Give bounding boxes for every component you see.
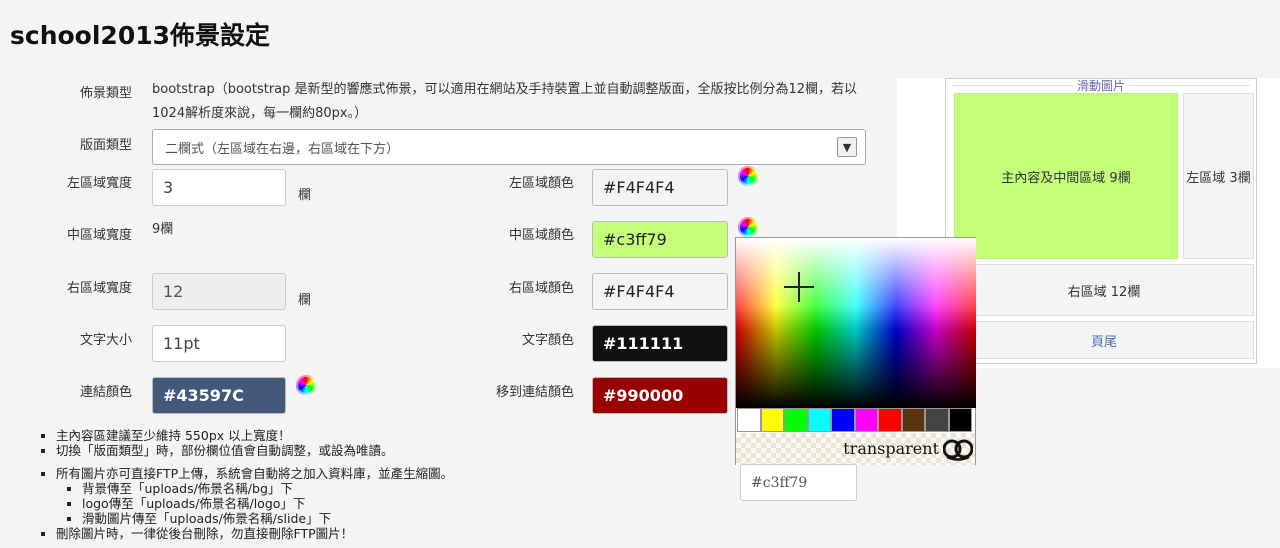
text-color-input[interactable]: #111111: [592, 325, 728, 362]
list-item: logo傳至「uploads/佈景名稱/logo」下: [82, 496, 738, 511]
middle-color-label: 中區域顏色: [508, 228, 574, 243]
list-item: 刪除圖片時，一律從後台刪除，勿直接刪除FTP圖片！: [56, 526, 738, 541]
hex-input[interactable]: #c3ff79: [740, 464, 857, 501]
color-swatch[interactable]: [784, 408, 808, 432]
no-color-icon[interactable]: [943, 435, 973, 463]
list-item: 所有圖片亦可直接FTP上傳，系統會自動將之加入資料庫，並產生縮圖。 背景傳至「u…: [56, 466, 738, 526]
font-size-label: 文字大小: [79, 333, 132, 348]
color-swatch[interactable]: [854, 408, 878, 432]
hover-color-input[interactable]: #990000: [592, 377, 728, 414]
middle-width-value: 9欄: [152, 222, 174, 237]
text-color-label: 文字顏色: [521, 333, 574, 348]
left-width-label: 左區域寬度: [66, 176, 132, 191]
layout-type-select[interactable]: 二欄式（左區域在右邊，右區域在下方） ▼: [152, 129, 866, 165]
color-wheel-icon[interactable]: [296, 375, 316, 395]
color-wheel-icon[interactable]: [738, 217, 758, 237]
link-color-label: 連結顏色: [79, 385, 132, 400]
right-width-unit: 欄: [298, 293, 312, 308]
color-swatch[interactable]: [760, 408, 784, 432]
link-color-input[interactable]: #43597C: [152, 377, 286, 414]
right-width-input[interactable]: 12: [152, 273, 286, 310]
preview-left-area: 左區域 3欄: [1183, 93, 1254, 259]
middle-color-input[interactable]: #c3ff79: [592, 221, 728, 258]
transparent-option[interactable]: transparent: [736, 433, 975, 465]
page-title: school2013佈景設定: [10, 21, 270, 50]
right-color-label: 右區域顏色: [508, 281, 574, 296]
color-palette: [737, 408, 972, 432]
color-swatch[interactable]: [878, 408, 902, 432]
preview-right-area: 右區域 12欄: [954, 264, 1254, 316]
color-swatch[interactable]: [948, 408, 972, 432]
preview-main-area: 主內容及中間區域 9欄: [954, 93, 1178, 259]
color-swatch[interactable]: [925, 408, 949, 432]
list-item: 主內容區建議至少維持 550px 以上寬度！: [56, 428, 738, 443]
crosshair-icon[interactable]: [784, 272, 814, 302]
left-width-input[interactable]: 3: [152, 169, 286, 206]
right-color-input[interactable]: #F4F4F4: [592, 273, 728, 310]
right-width-label: 右區域寬度: [66, 281, 132, 296]
font-size-input[interactable]: 11pt: [152, 325, 286, 362]
middle-width-label: 中區域寬度: [66, 228, 132, 243]
hover-color-label: 移到連結顏色: [495, 385, 574, 400]
color-wheel-icon[interactable]: [738, 166, 758, 186]
left-color-input[interactable]: #F4F4F4: [592, 169, 728, 206]
notes: 主內容區建議至少維持 550px 以上寬度！ 切換「版面類型」時，部份欄位值會自…: [38, 428, 738, 541]
color-gradient-area[interactable]: [736, 238, 976, 408]
layout-type-value: 二欄式（左區域在右邊，右區域在下方）: [165, 141, 400, 157]
list-item: 滑動圖片傳至「uploads/佈景名稱/slide」下: [82, 511, 738, 526]
chevron-down-icon[interactable]: ▼: [837, 137, 857, 157]
left-width-unit: 欄: [298, 188, 312, 203]
list-item: 切換「版面類型」時，部份欄位值會自動調整，或設為唯讀。: [56, 443, 738, 458]
color-swatch[interactable]: [831, 408, 855, 432]
left-color-label: 左區域顏色: [508, 176, 574, 191]
theme-type-label: 佈景類型: [79, 86, 132, 101]
color-swatch[interactable]: [737, 408, 761, 432]
color-swatch[interactable]: [807, 408, 831, 432]
color-picker[interactable]: transparent: [735, 237, 976, 465]
color-swatch[interactable]: [901, 408, 925, 432]
theme-type-description: bootstrap（bootstrap 是新型的響應式佈景，可以適用在網站及手持…: [152, 82, 858, 121]
layout-type-label: 版面類型: [79, 138, 132, 153]
list-item: 背景傳至「uploads/佈景名稱/bg」下: [82, 481, 738, 496]
preview-footer: 頁尾: [954, 321, 1254, 359]
preview-frame: 滑動圖片 主內容及中間區域 9欄 左區域 3欄 右區域 12欄 頁尾: [945, 78, 1257, 364]
transparent-label: transparent: [843, 439, 939, 458]
